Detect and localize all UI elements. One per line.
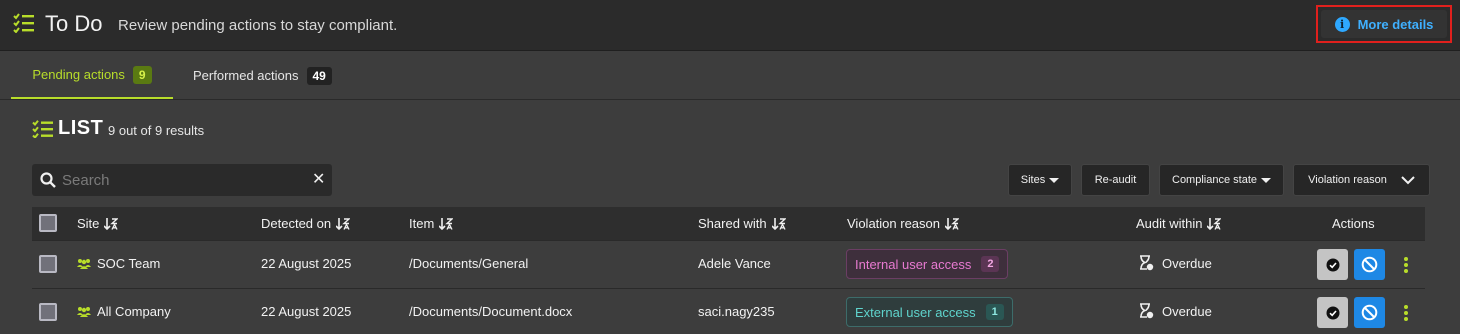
select-all-checkbox[interactable] bbox=[39, 214, 57, 232]
audit-status: Overdue bbox=[1162, 303, 1212, 319]
violation-reason-filter-label: Violation reason bbox=[1308, 174, 1387, 186]
column-header-shared-with[interactable]: Shared with bbox=[698, 216, 786, 231]
more-details-highlight: i More details bbox=[1316, 5, 1452, 43]
search-input[interactable] bbox=[62, 168, 302, 192]
check-circle-icon bbox=[1326, 306, 1339, 319]
site-cell[interactable]: All Company bbox=[77, 304, 171, 319]
tab-bar: Pending actions 9 Performed actions 49 bbox=[0, 52, 1460, 100]
site-name: All Company bbox=[97, 304, 171, 319]
close-icon[interactable]: ✕ bbox=[312, 171, 325, 189]
sort-icon bbox=[104, 217, 119, 230]
tab-label: Pending actions bbox=[32, 67, 125, 82]
column-label: Actions bbox=[1332, 216, 1375, 231]
violation-reason-pill: External user access 1 bbox=[846, 297, 1013, 327]
page-title: To Do bbox=[45, 11, 103, 36]
tab-label: Performed actions bbox=[193, 68, 299, 83]
tab-performed-actions[interactable]: Performed actions 49 bbox=[193, 52, 332, 99]
column-label: Audit within bbox=[1136, 216, 1203, 231]
sort-icon bbox=[439, 217, 454, 230]
search-icon bbox=[40, 172, 56, 188]
hourglass-icon bbox=[1140, 303, 1154, 319]
sort-icon bbox=[945, 217, 959, 230]
site-name: SOC Team bbox=[97, 256, 161, 271]
table-header: Site Detected on Item Shared with Violat… bbox=[32, 207, 1425, 240]
checklist-icon bbox=[13, 13, 34, 33]
page-header: To Do Review pending actions to stay com… bbox=[0, 0, 1460, 51]
caret-down-icon bbox=[1049, 177, 1060, 183]
more-options-icon[interactable] bbox=[1400, 305, 1412, 321]
column-header-item[interactable]: Item bbox=[409, 216, 454, 231]
more-details-button[interactable]: i More details bbox=[1321, 10, 1447, 38]
reaudit-button[interactable]: Re-audit bbox=[1081, 164, 1150, 196]
column-label: Site bbox=[77, 216, 100, 231]
block-button[interactable] bbox=[1354, 249, 1385, 280]
column-header-site[interactable]: Site bbox=[77, 216, 119, 231]
column-label: Violation reason bbox=[847, 216, 940, 231]
table-row: SOC Team 22 August 2025 /Documents/Gener… bbox=[32, 240, 1425, 287]
compliance-state-filter-button[interactable]: Compliance state bbox=[1159, 164, 1284, 196]
shared-with: Adele Vance bbox=[698, 256, 771, 271]
sort-icon bbox=[336, 217, 351, 230]
row-checkbox[interactable] bbox=[39, 255, 57, 273]
more-details-label: More details bbox=[1357, 16, 1434, 32]
table-row: All Company 22 August 2025 /Documents/Do… bbox=[32, 288, 1425, 334]
detected-on: 22 August 2025 bbox=[261, 256, 352, 271]
site-cell[interactable]: SOC Team bbox=[77, 256, 160, 271]
violation-reason-text: External user access bbox=[855, 304, 976, 320]
audit-status: Overdue bbox=[1162, 255, 1212, 271]
column-header-detected-on[interactable]: Detected on bbox=[261, 216, 351, 231]
column-label: Shared with bbox=[698, 216, 767, 231]
row-checkbox[interactable] bbox=[39, 303, 57, 321]
item-path[interactable]: /Documents/Document.docx bbox=[409, 304, 572, 319]
violation-reason-pill: Internal user access 2 bbox=[846, 249, 1009, 279]
detected-on: 22 August 2025 bbox=[261, 304, 352, 319]
violation-count-badge: 1 bbox=[985, 304, 1004, 320]
reaudit-label: Re-audit bbox=[1094, 174, 1137, 186]
sort-icon bbox=[1207, 217, 1222, 230]
column-label: Item bbox=[409, 216, 435, 231]
check-circle-icon bbox=[1326, 258, 1339, 271]
caret-down-icon bbox=[1261, 177, 1271, 183]
violation-reason-filter-button[interactable]: Violation reason bbox=[1293, 164, 1430, 196]
column-header-audit-within[interactable]: Audit within bbox=[1136, 216, 1222, 231]
sort-icon bbox=[771, 217, 786, 230]
tab-pending-actions[interactable]: Pending actions 9 bbox=[11, 52, 173, 99]
approve-button[interactable] bbox=[1317, 297, 1348, 328]
approve-button[interactable] bbox=[1317, 249, 1348, 280]
block-icon bbox=[1361, 304, 1378, 321]
block-icon bbox=[1361, 256, 1378, 273]
audit-within: Overdue bbox=[1138, 255, 1212, 271]
tab-count-badge: 49 bbox=[306, 66, 332, 85]
item-path[interactable]: /Documents/General bbox=[409, 256, 528, 271]
column-header-violation-reason[interactable]: Violation reason bbox=[847, 216, 959, 231]
page-subtitle: Review pending actions to stay compliant… bbox=[118, 17, 398, 34]
column-label: Detected on bbox=[261, 216, 332, 231]
sites-filter-label: Sites bbox=[1020, 174, 1046, 186]
users-icon bbox=[77, 307, 91, 317]
block-button[interactable] bbox=[1354, 297, 1385, 328]
audit-within: Overdue bbox=[1138, 303, 1212, 319]
checklist-icon bbox=[32, 120, 53, 138]
hourglass-icon bbox=[1140, 255, 1154, 271]
sites-filter-button[interactable]: Sites bbox=[1008, 164, 1072, 196]
info-icon: i bbox=[1334, 16, 1350, 32]
tab-count-badge: 9 bbox=[132, 65, 152, 84]
more-options-icon[interactable] bbox=[1400, 257, 1412, 273]
list-title: LIST bbox=[58, 117, 104, 139]
results-count: 9 out of 9 results bbox=[108, 123, 205, 138]
violation-count-badge: 2 bbox=[981, 256, 1000, 272]
chevron-down-icon bbox=[1401, 175, 1415, 184]
search-box: ✕ bbox=[32, 164, 332, 196]
column-header-actions: Actions bbox=[1332, 216, 1375, 231]
users-icon bbox=[77, 259, 91, 269]
violation-reason-text: Internal user access bbox=[855, 256, 972, 272]
shared-with: saci.nagy235 bbox=[698, 304, 775, 319]
compliance-state-label: Compliance state bbox=[1172, 174, 1257, 186]
